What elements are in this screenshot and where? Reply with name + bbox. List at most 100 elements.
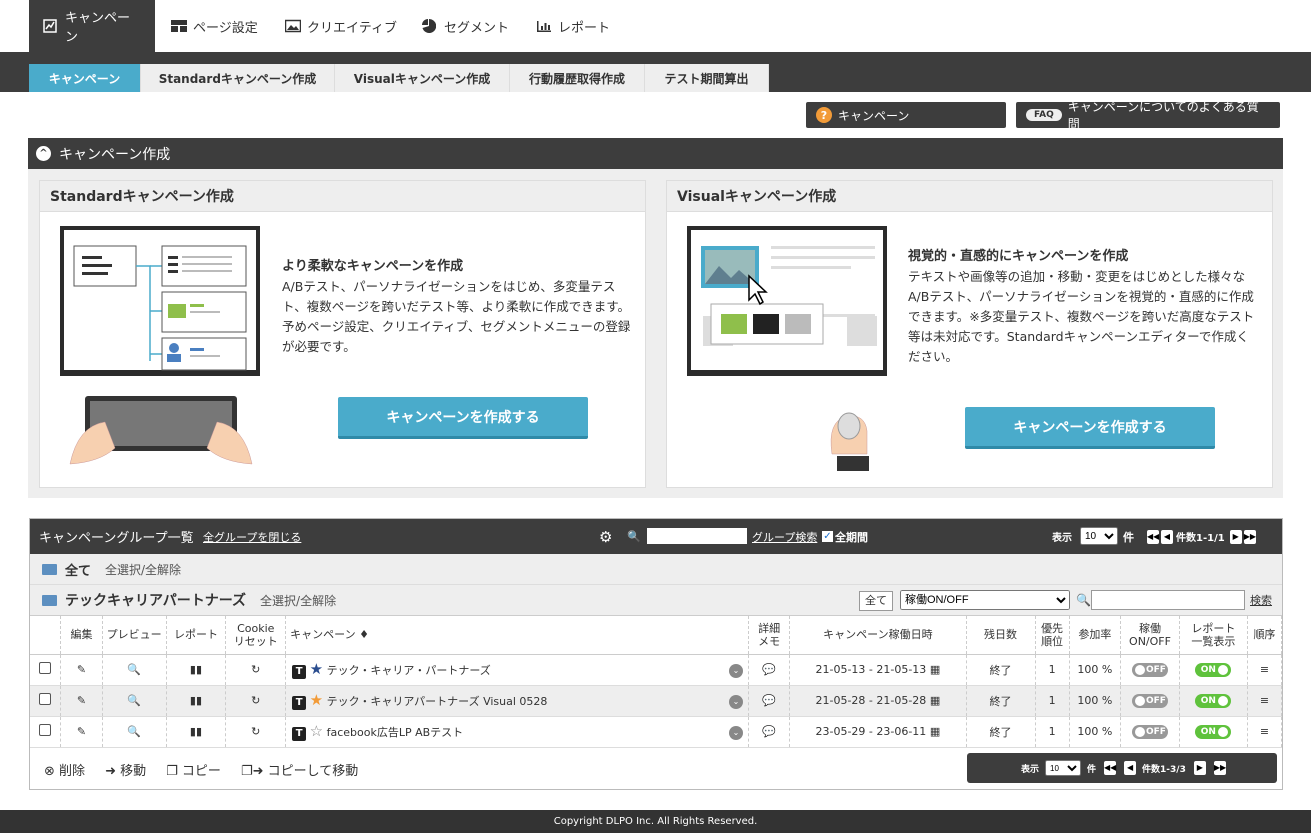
report-toggle[interactable]: ON bbox=[1195, 663, 1232, 677]
refresh-icon[interactable]: ↻ bbox=[225, 685, 287, 717]
col-campaign[interactable]: キャンペーン ♦ bbox=[285, 616, 749, 655]
campaign-search-input[interactable] bbox=[1091, 590, 1245, 610]
campaign-name[interactable]: テック・キャリアパートナーズ Visual 0528 bbox=[327, 695, 548, 708]
delete-button[interactable]: ⊗ 削除 bbox=[44, 760, 85, 779]
refresh-icon[interactable]: ↻ bbox=[225, 716, 287, 748]
tab-campaign[interactable]: キャンペーン bbox=[29, 0, 155, 52]
first-page-icon[interactable]: ◀◀ bbox=[1147, 529, 1159, 544]
preview-search-icon[interactable]: 🔍 bbox=[102, 654, 167, 686]
tab-page-settings[interactable]: ページ設定 bbox=[157, 0, 272, 52]
standard-card-title: Standardキャンペーン作成 bbox=[40, 181, 645, 212]
filter-all-button[interactable]: 全て bbox=[859, 591, 893, 611]
report-icon[interactable]: ▮▮ bbox=[166, 654, 227, 686]
subtab-standard-create[interactable]: Standardキャンペーン作成 bbox=[141, 64, 335, 92]
bottom-per-page-select[interactable]: 10 bbox=[1045, 760, 1082, 776]
memo-icon[interactable]: 💬 bbox=[748, 685, 791, 717]
report-icon[interactable]: ▮▮ bbox=[166, 685, 227, 717]
pencil-icon[interactable]: ✎ bbox=[60, 654, 103, 686]
all-select-toggle[interactable]: 全選択/全解除 bbox=[105, 561, 181, 578]
last-page-icon[interactable]: ▶▶ bbox=[1213, 761, 1226, 775]
next-page-icon[interactable]: ▶ bbox=[1193, 761, 1206, 775]
pencil-icon[interactable]: ✎ bbox=[60, 716, 103, 748]
refresh-icon[interactable]: ↻ bbox=[225, 654, 287, 686]
next-page-icon[interactable]: ▶ bbox=[1229, 529, 1242, 544]
star-icon[interactable]: ★ bbox=[310, 660, 323, 678]
all-period-checkbox[interactable]: ✓ 全期間 bbox=[822, 529, 868, 545]
per-page-select[interactable]: 10 bbox=[1080, 527, 1118, 545]
report-icon[interactable]: ▮▮ bbox=[166, 716, 227, 748]
memo-icon[interactable]: 💬 bbox=[748, 654, 791, 686]
group-search-link[interactable]: グループ検索 bbox=[752, 529, 817, 545]
preview-search-icon[interactable]: 🔍 bbox=[102, 716, 167, 748]
status-filter-select[interactable]: 稼働ON/OFF bbox=[900, 590, 1070, 610]
preview-search-icon[interactable]: 🔍 bbox=[102, 685, 167, 717]
tab-page-settings-label: ページ設定 bbox=[193, 20, 258, 36]
checkbox-checked-icon: ✓ bbox=[822, 531, 833, 542]
calendar-icon[interactable]: ▦ bbox=[930, 694, 940, 707]
image-icon bbox=[284, 19, 302, 33]
status-toggle[interactable]: OFF bbox=[1131, 725, 1168, 739]
status-toggle[interactable]: OFF bbox=[1131, 663, 1168, 677]
folder-icon bbox=[42, 563, 57, 575]
standard-create-card: Standardキャンペーン作成 より柔軟なキャンペーンを作成 A/Bテスト、パ bbox=[39, 180, 646, 488]
group-select-toggle[interactable]: 全選択/全解除 bbox=[260, 592, 336, 609]
campaign-cell[interactable]: T ☆ facebook広告LP ABテスト ⌄ bbox=[285, 716, 749, 748]
campaign-cell[interactable]: T ★ テック・キャリア・パートナーズ ⌄ bbox=[285, 654, 749, 686]
prev-page-icon[interactable]: ◀ bbox=[1161, 529, 1173, 544]
calendar-icon[interactable]: ▦ bbox=[930, 663, 940, 676]
visual-card-title: Visualキャンペーン作成 bbox=[667, 181, 1272, 212]
campaign-help-button[interactable]: ? キャンペーン bbox=[806, 102, 1006, 128]
table-row: ✎ 🔍 ▮▮ ↻ T ☆ facebook広告LP ABテスト ⌄ 💬 23-0… bbox=[30, 716, 1283, 748]
group-list-title: キャンペーングループ一覧 bbox=[39, 531, 194, 546]
close-all-groups-link[interactable]: 全グループを閉じる bbox=[203, 529, 301, 545]
calendar-icon[interactable]: ▦ bbox=[930, 725, 940, 738]
copy-move-button[interactable]: ❐➜ コピーして移動 bbox=[241, 760, 358, 779]
priority-cell: 1 bbox=[1035, 685, 1070, 717]
all-group-row[interactable]: 全て 全選択/全解除 bbox=[30, 554, 1282, 585]
page-count: 件数1-1/1 bbox=[1176, 533, 1225, 544]
campaign-name[interactable]: テック・キャリア・パートナーズ bbox=[327, 664, 491, 677]
report-toggle[interactable]: ON bbox=[1195, 725, 1232, 739]
sub-nav: キャンペーン Standardキャンペーン作成 Visualキャンペーン作成 行… bbox=[0, 52, 1311, 92]
pencil-icon[interactable]: ✎ bbox=[60, 685, 103, 717]
report-toggle[interactable]: ON bbox=[1195, 694, 1232, 708]
standard-create-button[interactable]: キャンペーンを作成する bbox=[338, 397, 588, 439]
chevron-down-icon[interactable]: ⌄ bbox=[728, 663, 743, 678]
row-checkbox[interactable] bbox=[39, 662, 52, 674]
campaign-cell[interactable]: T ★ テック・キャリアパートナーズ Visual 0528 ⌄ bbox=[285, 685, 749, 717]
campaign-group-list: キャンペーングループ一覧 全グループを閉じる ⚙ 🔍 グループ検索 ✓ 全期間 … bbox=[29, 518, 1283, 790]
move-button[interactable]: ➜ 移動 bbox=[105, 760, 146, 779]
status-toggle[interactable]: OFF bbox=[1131, 694, 1168, 708]
tab-creative[interactable]: クリエイティブ bbox=[271, 0, 411, 52]
tab-segment[interactable]: セグメント bbox=[408, 0, 523, 52]
campaign-name[interactable]: facebook広告LP ABテスト bbox=[327, 726, 464, 739]
memo-icon[interactable]: 💬 bbox=[748, 716, 791, 748]
last-page-icon[interactable]: ▶▶ bbox=[1243, 529, 1256, 544]
first-page-icon[interactable]: ◀◀ bbox=[1104, 761, 1116, 775]
campaign-search-link[interactable]: 検索 bbox=[1250, 592, 1272, 608]
subtab-visual-create[interactable]: Visualキャンペーン作成 bbox=[335, 64, 510, 92]
prev-page-icon[interactable]: ◀ bbox=[1124, 761, 1137, 775]
subtab-behavior-history[interactable]: 行動履歴取得作成 bbox=[510, 64, 645, 92]
move-label: 移動 bbox=[120, 764, 147, 779]
chevron-down-icon[interactable]: ⌄ bbox=[728, 694, 743, 709]
drag-handle-icon[interactable]: ≡ bbox=[1247, 716, 1283, 748]
visual-create-button[interactable]: キャンペーンを作成する bbox=[965, 407, 1215, 449]
drag-handle-icon[interactable]: ≡ bbox=[1247, 654, 1283, 686]
row-checkbox[interactable] bbox=[39, 693, 52, 705]
drag-handle-icon[interactable]: ≡ bbox=[1247, 685, 1283, 717]
faq-button[interactable]: FAQ キャンペーンについてのよくある質問 bbox=[1016, 100, 1280, 131]
create-section-header[interactable]: ^ キャンペーン作成 bbox=[28, 138, 1283, 169]
subtab-campaign[interactable]: キャンペーン bbox=[29, 64, 141, 92]
star-icon[interactable]: ☆ bbox=[310, 722, 323, 740]
group-row[interactable]: テックキャリアパートナーズ 全選択/全解除 全て 稼働ON/OFF 🔍 検索 bbox=[30, 585, 1282, 616]
chevron-down-icon[interactable]: ⌄ bbox=[728, 725, 743, 740]
campaign-table: 編集 プレビュー レポート Cookie リセット キャンペーン ♦ 詳細 メモ… bbox=[30, 616, 1283, 748]
group-search-input[interactable] bbox=[647, 528, 747, 544]
star-icon[interactable]: ★ bbox=[310, 691, 323, 709]
copy-button[interactable]: ❐ コピー bbox=[166, 760, 221, 779]
subtab-test-period[interactable]: テスト期間算出 bbox=[645, 64, 769, 92]
tab-report[interactable]: レポート bbox=[522, 0, 624, 52]
gear-icon[interactable]: ⚙ bbox=[599, 528, 612, 546]
row-checkbox[interactable] bbox=[39, 724, 52, 736]
